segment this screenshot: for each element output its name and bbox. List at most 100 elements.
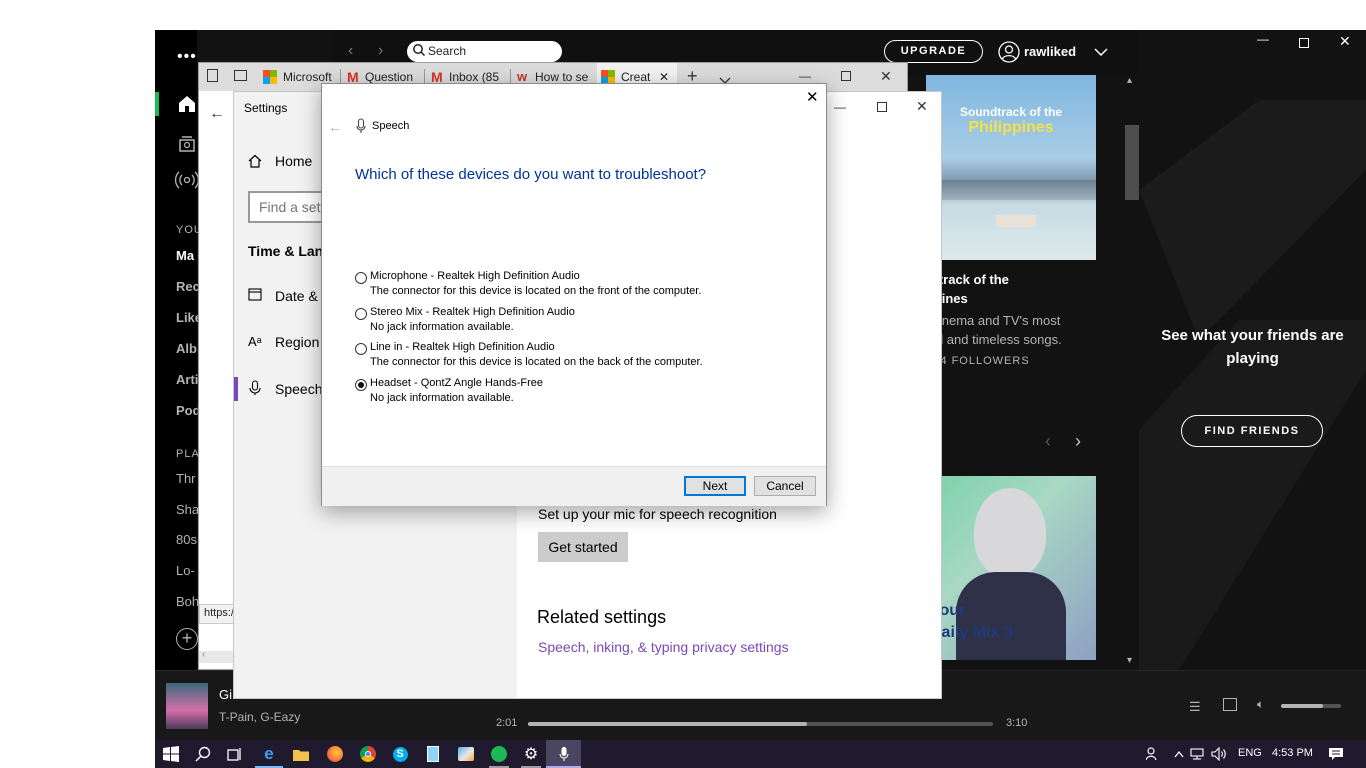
playlist-cover-philippines[interactable]: Soundtrack of the Philippines (926, 75, 1096, 260)
tab-manager-icon[interactable] (207, 69, 218, 82)
chrome-icon[interactable] (358, 744, 378, 764)
track-title[interactable]: Gi (219, 687, 232, 702)
device-option-subtitle: The connector for this device is located… (370, 285, 702, 297)
playlist-item[interactable]: Lo- (176, 563, 195, 578)
edge-content-left: ← https:/ ‹ (199, 91, 234, 669)
nav-region[interactable]: Region (275, 334, 319, 350)
control-panel-icon[interactable] (456, 744, 476, 764)
playlist-item[interactable]: Sha (176, 502, 199, 517)
sidebar-item-podcasts[interactable]: Pod (176, 403, 201, 418)
chevron-down-icon[interactable] (1094, 44, 1108, 62)
forward-chevron-icon[interactable]: › (378, 42, 383, 60)
find-friends-button[interactable]: FIND FRIENDS (1181, 415, 1323, 447)
close-icon[interactable]: ✕ (1339, 33, 1351, 50)
privacy-settings-link[interactable]: Speech, inking, & typing privacy setting… (538, 639, 789, 655)
show-hidden-icons-chevron-icon[interactable] (1169, 744, 1189, 764)
troubleshooter-taskbar-button[interactable] (546, 740, 581, 768)
scroll-up-icon[interactable]: ▴ (1127, 75, 1132, 86)
status-url: https:/ (199, 604, 234, 624)
volume-icon[interactable]: 🔈︎ (1257, 697, 1264, 712)
back-chevron-icon[interactable]: ‹ (348, 42, 353, 60)
settings-close-icon[interactable]: ✕ (916, 98, 928, 115)
scroll-down-icon[interactable]: ▾ (1127, 655, 1132, 666)
notepad-icon[interactable] (423, 744, 443, 764)
settings-gear-icon[interactable]: ⚙︎ (521, 744, 541, 768)
portrait-suit-decoration (956, 572, 1066, 660)
nav-speech[interactable]: Speech (275, 381, 322, 397)
edge-maximize-icon[interactable] (841, 71, 851, 81)
browse-icon[interactable] (177, 134, 197, 159)
scrollbar-thumb[interactable] (1125, 125, 1139, 200)
skype-icon[interactable]: S (390, 744, 410, 764)
device-radio[interactable] (355, 308, 367, 320)
start-windows-icon[interactable] (161, 744, 181, 764)
windows-taskbar: e S ⚙︎ ENG 4:53 PM (155, 740, 1366, 768)
firefox-icon[interactable] (325, 744, 345, 764)
device-option-subtitle: No jack information available. (370, 392, 514, 404)
queue-icon[interactable]: ☰ (1189, 699, 1201, 715)
horizontal-scrollbar[interactable]: ‹ (199, 649, 234, 663)
next-button[interactable]: Next (684, 476, 746, 496)
nav-home[interactable]: Home (275, 153, 312, 169)
carousel-prev-icon[interactable]: ‹ (1045, 431, 1051, 452)
settings-maximize-icon[interactable] (877, 102, 887, 112)
progress-fill (528, 722, 807, 726)
action-center-icon[interactable] (1326, 744, 1346, 764)
speaker-icon[interactable] (1209, 744, 1229, 764)
edge-browser-icon[interactable]: e (255, 744, 283, 768)
spotify-main-content: Soundtrack of the Philippines undtrack o… (915, 75, 1139, 670)
progress-bar[interactable] (528, 722, 993, 726)
radio-icon[interactable] (174, 170, 200, 195)
device-option-microphone[interactable]: Microphone - Realtek High Definition Aud… (355, 270, 805, 302)
dialog-back-arrow-icon[interactable]: ← (328, 119, 342, 135)
get-started-button[interactable]: Get started (538, 532, 628, 562)
user-avatar-icon[interactable] (998, 41, 1020, 68)
playlist-item[interactable]: Thr (176, 471, 196, 486)
device-radio[interactable] (355, 343, 367, 355)
dock-decoration (996, 215, 1036, 227)
sidebar-item-albums[interactable]: Alb (176, 341, 197, 356)
network-icon[interactable] (1187, 744, 1207, 764)
people-icon[interactable] (1143, 744, 1163, 764)
edge-minimize-icon[interactable]: — (799, 69, 811, 83)
playlist-item[interactable]: 80s (176, 532, 197, 547)
task-view-icon[interactable] (225, 744, 245, 764)
sidebar-item-recent[interactable]: Rec (176, 279, 200, 294)
set-aside-tabs-icon[interactable] (234, 70, 247, 81)
sidebar-item-made-for-you[interactable]: Ma (176, 248, 194, 263)
track-artist[interactable]: T-Pain, G-Eazy (219, 710, 300, 724)
device-radio[interactable] (355, 272, 367, 284)
more-menu-icon[interactable]: ••• (177, 48, 197, 66)
section-heading: Time & Lang (248, 243, 332, 259)
new-playlist-icon[interactable]: + (176, 628, 198, 650)
spotify-search-input[interactable]: Search (407, 41, 562, 62)
devices-icon[interactable] (1223, 698, 1237, 711)
maximize-icon[interactable] (1299, 38, 1309, 48)
back-arrow-icon[interactable]: ← (209, 105, 225, 123)
volume-slider[interactable] (1281, 704, 1341, 708)
clock[interactable]: 4:53 PM (1272, 747, 1313, 759)
edge-close-icon[interactable]: ✕ (880, 68, 892, 85)
device-radio-selected[interactable] (355, 379, 367, 391)
album-art[interactable] (166, 683, 208, 729)
minimize-icon[interactable]: — (1257, 32, 1269, 46)
upgrade-button[interactable]: UPGRADE (884, 40, 983, 63)
sidebar-item-artists[interactable]: Arti (176, 372, 198, 387)
device-option-line-in[interactable]: Line in - Realtek High Definition Audio … (355, 341, 805, 373)
settings-minimize-icon[interactable]: — (834, 100, 846, 114)
language-indicator[interactable]: ENG (1238, 747, 1262, 759)
scrollbar[interactable]: ▴ ▾ (1125, 75, 1139, 670)
nav-date-time[interactable]: Date & t (275, 288, 326, 304)
playlist-cover-daily-mix[interactable]: Your Daily Mix 3 (926, 476, 1096, 660)
calendar-icon (248, 287, 262, 306)
dialog-close-icon[interactable]: ✕ (806, 88, 819, 106)
device-option-headset[interactable]: Headset - QontZ Angle Hands-Free No jack… (355, 377, 805, 409)
search-icon[interactable] (193, 744, 213, 764)
file-explorer-icon[interactable] (291, 744, 311, 764)
spotify-icon[interactable] (489, 744, 509, 768)
cancel-button[interactable]: Cancel (754, 476, 816, 496)
home-icon[interactable] (177, 94, 197, 119)
device-option-stereo-mix[interactable]: Stereo Mix - Realtek High Definition Aud… (355, 306, 805, 338)
playlist-item[interactable]: Boh (176, 594, 199, 609)
carousel-next-icon[interactable]: › (1075, 431, 1081, 452)
